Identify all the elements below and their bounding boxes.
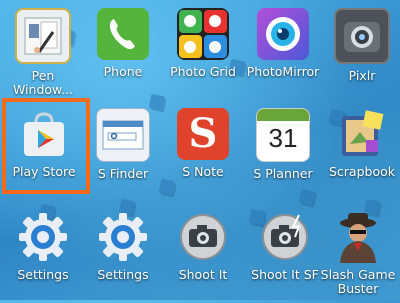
app-label: Slash Game Buster: [320, 267, 396, 296]
app-phone[interactable]: Phone: [83, 0, 163, 100]
app-s-finder[interactable]: S Finder: [83, 100, 163, 200]
pen-window-icon: [15, 8, 71, 64]
app-pen-window[interactable]: Pen Window...: [3, 0, 83, 100]
app-label: Phone: [103, 64, 143, 79]
app-label: PhotoMirror: [246, 64, 320, 79]
s-finder-icon: [96, 108, 150, 162]
app-s-note[interactable]: S S Note: [163, 100, 243, 200]
settings-gear-icon: [17, 211, 69, 263]
pixlr-icon: [334, 8, 390, 64]
app-photomirror[interactable]: PhotoMirror: [243, 0, 323, 100]
app-shoot-it-sf[interactable]: Shoot It SF: [245, 203, 325, 303]
app-photo-grid[interactable]: Photo Grid: [163, 0, 243, 100]
app-label: Pen Window...: [12, 68, 74, 97]
app-label: Pixlr: [348, 68, 376, 83]
photomirror-icon: [257, 8, 309, 60]
app-label: S Finder: [97, 166, 149, 181]
app-label: Shoot It SF: [251, 267, 319, 282]
home-screen: Pen Window... Phone Photo Grid PhotoMirr…: [0, 0, 400, 300]
app-slash-game-buster[interactable]: Slash Game Buster: [318, 203, 398, 303]
calendar-header: [257, 109, 309, 121]
calendar-day: 31: [268, 123, 298, 153]
s-planner-icon: 31: [256, 108, 310, 162]
phone-icon: [97, 8, 149, 60]
app-label: S Note: [182, 164, 224, 179]
app-label: Photo Grid: [170, 64, 236, 79]
app-label: Shoot It: [178, 267, 228, 282]
s-note-letter: S: [188, 110, 218, 157]
settings-gear-icon: [97, 211, 149, 263]
app-shoot-it[interactable]: Shoot It: [163, 203, 243, 303]
camera-icon: [177, 211, 229, 263]
photo-grid-icon: [177, 8, 229, 60]
scrapbook-icon: [336, 108, 388, 160]
app-settings[interactable]: Settings: [3, 203, 83, 303]
play-store-highlight: [2, 98, 90, 194]
app-label: Settings: [97, 267, 149, 282]
app-label: Scrapbook: [328, 164, 395, 179]
app-settings-2[interactable]: Settings: [83, 203, 163, 303]
camera-icon: [259, 211, 311, 263]
app-label: S Planner: [253, 166, 313, 181]
app-label: Settings: [17, 267, 69, 282]
slash-game-buster-icon: [332, 211, 384, 263]
app-scrapbook[interactable]: Scrapbook: [322, 100, 400, 200]
app-s-planner[interactable]: 31 S Planner: [243, 100, 323, 200]
app-pixlr[interactable]: Pixlr: [322, 0, 400, 100]
s-note-icon: S: [177, 108, 229, 160]
